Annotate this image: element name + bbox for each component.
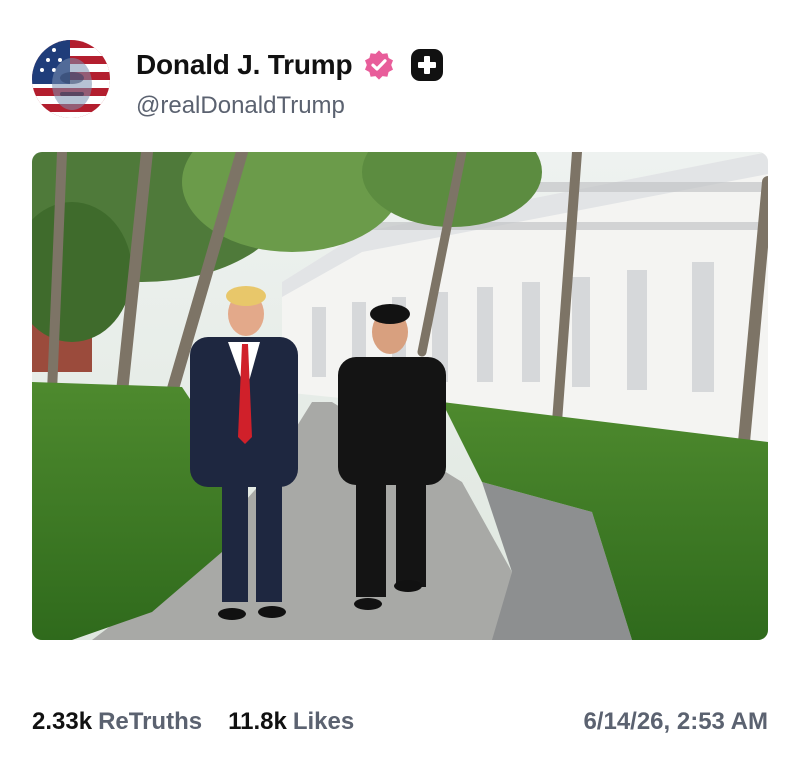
post-header: Donald J. Trump @realDonaldTrump: [32, 38, 772, 120]
likes-stat[interactable]: 11.8k Likes: [228, 708, 354, 736]
avatar[interactable]: [32, 40, 110, 118]
author-handle[interactable]: @realDonaldTrump: [136, 92, 444, 120]
plus-badge-icon: [410, 48, 444, 82]
retruths-count: 2.33k: [32, 708, 93, 735]
verified-check-icon: [362, 48, 396, 82]
likes-count: 11.8k: [228, 708, 287, 735]
post-timestamp[interactable]: 6/14/26, 2:53 AM: [583, 708, 768, 736]
post-footer: 2.33k ReTruths 11.8k Likes 6/14/26, 2:53…: [32, 702, 768, 742]
author-names: Donald J. Trump @realDonaldTrump: [136, 46, 444, 120]
retruths-label: ReTruths: [98, 708, 203, 735]
retruths-stat[interactable]: 2.33k ReTruths: [32, 708, 202, 736]
likes-label: Likes: [292, 708, 355, 735]
post-image[interactable]: [32, 152, 768, 640]
display-name-row: Donald J. Trump: [136, 46, 444, 84]
display-name[interactable]: Donald J. Trump: [136, 49, 353, 81]
